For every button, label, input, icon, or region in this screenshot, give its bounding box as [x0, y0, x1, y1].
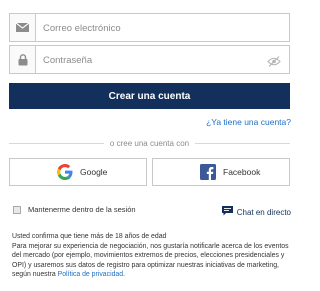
google-signup-button[interactable]: Google: [9, 158, 147, 186]
email-input[interactable]: [43, 19, 253, 37]
social-divider: o cree una cuenta con: [9, 137, 291, 149]
facebook-signup-button[interactable]: Facebook: [152, 158, 290, 186]
lock-icon: [10, 46, 36, 73]
google-icon: [57, 164, 73, 185]
live-chat-link[interactable]: Chat en directo: [221, 203, 291, 221]
envelope-icon: [10, 14, 36, 41]
marketing-text: Para mejorar su experiencia de negociaci…: [12, 242, 289, 279]
eye-slash-icon[interactable]: [267, 54, 281, 72]
chat-label: Chat en directo: [236, 207, 291, 217]
remember-checkbox[interactable]: [13, 205, 21, 214]
divider-line-right: [195, 142, 291, 144]
remember-label: Mantenerme dentro de la sesión: [28, 205, 136, 214]
remember-me[interactable]: Mantenerme dentro de la sesión: [13, 205, 136, 214]
have-account-link[interactable]: ¿Ya tiene una cuenta?: [206, 117, 291, 127]
password-field[interactable]: [9, 45, 290, 74]
marketing-consent-text: Para mejorar su experiencia de negociaci…: [12, 242, 292, 280]
email-field[interactable]: [9, 13, 290, 42]
google-label: Google: [80, 167, 108, 177]
privacy-policy-link[interactable]: Política de privacidad: [58, 271, 124, 278]
facebook-icon: [200, 164, 216, 185]
end-punctuation: .: [123, 271, 126, 278]
password-input[interactable]: [43, 51, 253, 69]
legal-notice: Usted confirma que tiene más de 18 años …: [12, 232, 292, 280]
chat-bubble-icon: [221, 203, 233, 221]
divider-line-left: [9, 142, 104, 144]
facebook-label: Facebook: [223, 167, 261, 177]
create-account-button[interactable]: Crear una cuenta: [9, 83, 290, 109]
divider-text: o cree una cuenta con: [109, 138, 190, 148]
age-confirmation: Usted confirma que tiene más de 18 años …: [12, 233, 167, 240]
